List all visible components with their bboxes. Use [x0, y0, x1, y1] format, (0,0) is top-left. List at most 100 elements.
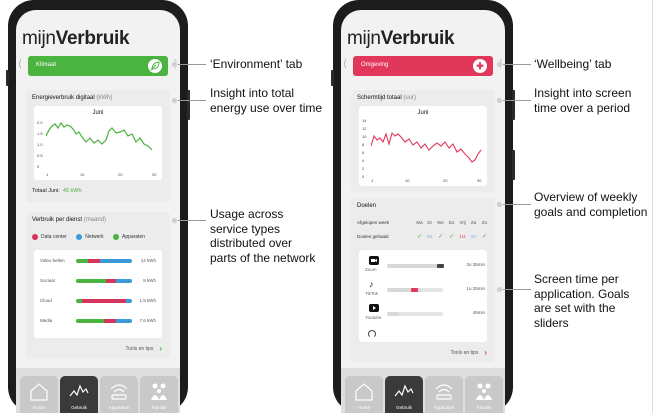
- day-label: Do: [448, 220, 455, 225]
- tab-klimaat[interactable]: Klimaat: [28, 56, 168, 76]
- app-name: TikTok: [365, 291, 378, 296]
- callout-marker: [496, 61, 503, 68]
- service-value: 7.6 kWh: [139, 318, 156, 323]
- app-slider[interactable]: [387, 312, 443, 316]
- x-tick: 30: [152, 172, 157, 177]
- service-value: 1.5 kWh: [139, 298, 156, 303]
- energy-card-title: Energieverbruik digitaal (kWh): [32, 95, 113, 101]
- y-tick: 0: [362, 174, 365, 179]
- y-tick: 10: [362, 134, 367, 139]
- nav-gebruik[interactable]: Gebruik: [385, 376, 423, 413]
- goal-check: ✓: [448, 234, 455, 240]
- service-label: Sociaal: [40, 278, 55, 283]
- phone-side-button: [187, 90, 190, 120]
- goals-title: Doelen: [357, 203, 377, 209]
- energy-card: Energieverbruik digitaal (kWh) Juni 2.0 …: [26, 90, 170, 202]
- nav-label: Gebruik: [71, 405, 87, 410]
- service-row[interactable]: Video bellen 14 kWh: [40, 256, 156, 266]
- x-tick: 20: [443, 178, 448, 183]
- goal-partial: 3/4: [470, 234, 477, 239]
- service-row[interactable]: Sociaal 8 kWh: [40, 276, 156, 286]
- day-label: Vrij: [459, 220, 466, 225]
- legend-item: Apparaten: [112, 234, 145, 240]
- app-title: mijnVerbruik: [22, 28, 130, 49]
- chevron-right-icon: ›: [159, 344, 162, 353]
- y-tick: 12: [362, 126, 367, 131]
- chevron-left-icon[interactable]: ⟨: [343, 59, 347, 70]
- callout-marker: [171, 97, 178, 104]
- day-label: Ma: [416, 220, 423, 225]
- app-name: Zoom: [365, 267, 377, 272]
- tab-omgeving[interactable]: Omgeving ✚: [353, 56, 493, 76]
- legend-item: Data center: [32, 234, 67, 240]
- chart-month: Juni: [92, 110, 104, 116]
- app-row-tiktok[interactable]: ♪ TikTok 1u 25min: [365, 280, 485, 300]
- service-row[interactable]: Cloud 1.5 kWh: [40, 296, 156, 306]
- callout-line: [503, 289, 531, 290]
- nav-label: Home: [32, 405, 45, 410]
- energy-chart: Juni 2.0 1.5 1.0 0.5 0 1 10 20 30: [34, 106, 162, 180]
- tab-row: ⟨ Omgeving ✚ ⟩: [341, 56, 505, 76]
- tips-link[interactable]: Tools en tips ›: [451, 348, 487, 357]
- nav-home[interactable]: Home: [20, 376, 58, 413]
- x-tick: 20: [118, 172, 123, 177]
- y-tick: 2.0: [37, 120, 43, 125]
- nav-label: Gebruik: [396, 405, 412, 410]
- nav-familie[interactable]: Familie: [465, 376, 503, 413]
- x-tick: 10: [405, 178, 410, 183]
- app-row-youtube[interactable]: Youtube 45min: [365, 304, 485, 324]
- home-icon: [30, 383, 48, 401]
- goal-check: ✓: [437, 234, 444, 240]
- callout-line: [178, 100, 206, 101]
- screen-time-title: Schermtijd totaal (uur): [357, 95, 417, 101]
- leaf-icon: [148, 59, 162, 73]
- y-tick: 0: [37, 164, 40, 169]
- y-tick: 4: [362, 158, 365, 163]
- callout-line: [503, 204, 531, 205]
- app-usage-list: Zoom 2u 35min ♪ TikTok 1u 25min Youtube …: [359, 250, 487, 342]
- phone-wellbeing: mijnVerbruik ⟨ Omgeving ✚ ⟩ Schermtijd t…: [331, 0, 515, 413]
- service-value: 8 kWh: [143, 278, 156, 283]
- service-value: 14 kWh: [140, 258, 156, 263]
- app-time: 2u 35min: [466, 262, 485, 267]
- service-row[interactable]: Media 7.6 kWh: [40, 316, 156, 326]
- y-tick: 0.5: [37, 153, 43, 158]
- day-label: Za: [470, 220, 477, 225]
- app-row-zoom[interactable]: Zoom 2u 35min: [365, 256, 485, 276]
- y-tick: 2: [362, 166, 365, 171]
- wifi-icon: [435, 384, 453, 400]
- goal-check: ✓: [416, 234, 423, 240]
- screen-time-card: Schermtijd totaal (uur) Juni 14 12 10 8 …: [351, 90, 495, 192]
- tab-label: Omgeving: [361, 62, 389, 68]
- tab-row: ⟨ Klimaat ⟩: [16, 56, 180, 76]
- app-slider[interactable]: [387, 288, 443, 292]
- chart-month: Juni: [417, 110, 429, 116]
- x-tick: 10: [80, 172, 85, 177]
- callout-line: [503, 100, 531, 101]
- nav-familie[interactable]: Familie: [140, 376, 178, 413]
- callout-line: [178, 220, 206, 221]
- tips-link[interactable]: Tools en tips ›: [126, 344, 162, 353]
- day-label: Zo: [481, 220, 488, 225]
- y-tick: 1.5: [37, 131, 43, 136]
- service-bar: [76, 279, 132, 283]
- y-tick: 14: [362, 118, 367, 123]
- x-tick: 30: [477, 178, 482, 183]
- callout-line: [178, 64, 206, 65]
- bottom-nav: Home Gebruik Apparaten Familie: [16, 368, 180, 413]
- callout-marker: [171, 217, 178, 224]
- app-slider[interactable]: [387, 264, 444, 268]
- app-title: mijnVerbruik: [347, 28, 455, 49]
- plus-icon: ✚: [473, 59, 487, 73]
- nav-home[interactable]: Home: [345, 376, 383, 413]
- nav-gebruik[interactable]: Gebruik: [60, 376, 98, 413]
- legend-item: Netwerk: [76, 234, 104, 240]
- phone-side-button: [331, 70, 334, 86]
- nav-apparaten[interactable]: Apparaten: [425, 376, 463, 413]
- app-time: 1u 25min: [466, 286, 485, 291]
- app-time: 45min: [472, 310, 485, 315]
- chevron-left-icon[interactable]: ⟨: [18, 59, 22, 70]
- nav-apparaten[interactable]: Apparaten: [100, 376, 138, 413]
- service-bar: [76, 259, 132, 263]
- service-bars: Video bellen 14 kWh Sociaal 8 kWh Cloud …: [34, 250, 162, 338]
